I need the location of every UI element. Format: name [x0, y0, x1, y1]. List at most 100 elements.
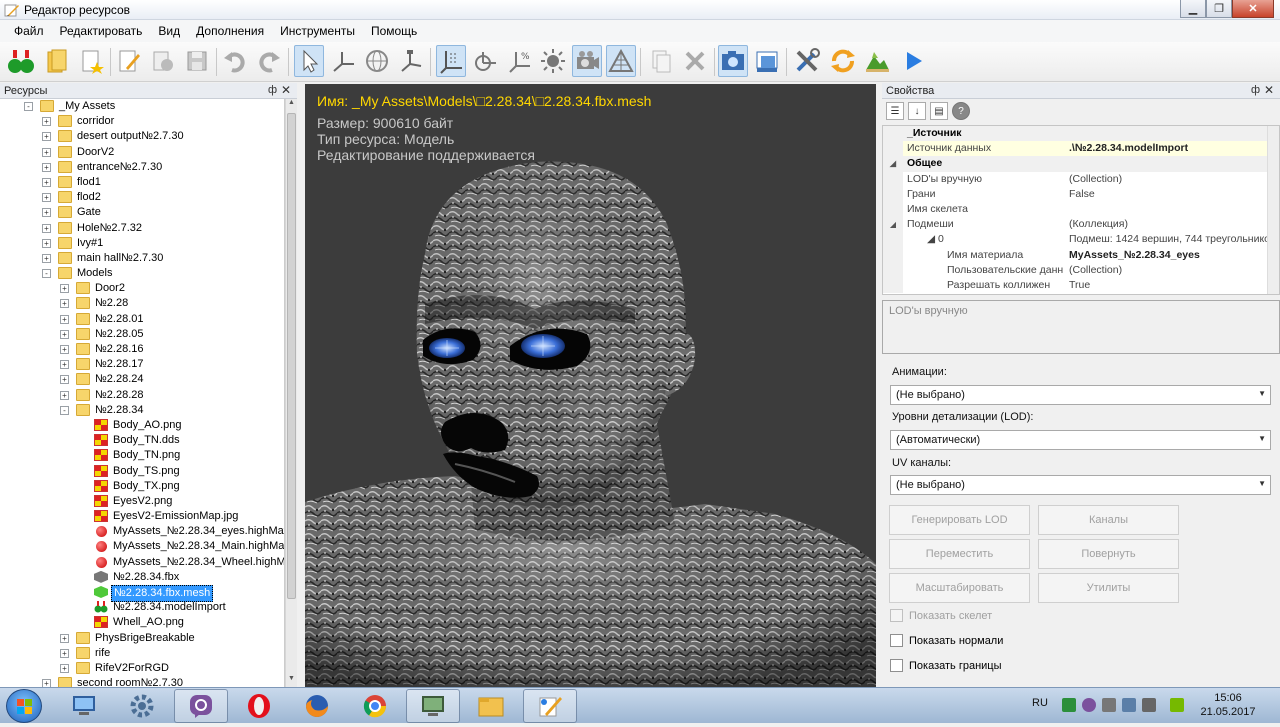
- tree-node[interactable]: + rife: [0, 646, 284, 661]
- collapse-icon[interactable]: -: [60, 405, 69, 415]
- tree-node-label[interactable]: Door2: [93, 281, 127, 296]
- tree-node[interactable]: + main hall№2.7.30: [0, 251, 284, 266]
- tree-node[interactable]: Body_TN.png: [0, 448, 284, 463]
- volume-tray-icon[interactable]: [1142, 698, 1156, 712]
- delete-button[interactable]: [680, 45, 710, 77]
- monitor-tray-icon[interactable]: [1122, 698, 1136, 712]
- tree-node-label[interactable]: №2.28: [93, 296, 130, 311]
- tree-node[interactable]: + corridor: [0, 114, 284, 129]
- taskbar-resource-editor[interactable]: [523, 689, 577, 723]
- menu-help[interactable]: Помощь: [363, 24, 425, 38]
- grid-button[interactable]: [606, 45, 636, 77]
- channels-button[interactable]: Каналы: [1038, 505, 1179, 535]
- menu-edit[interactable]: Редактировать: [52, 24, 151, 38]
- tree-node-label[interactable]: rife: [93, 646, 112, 661]
- tree-node-label[interactable]: Body_TS.png: [111, 464, 182, 479]
- tree-node-label[interactable]: RifeV2ForRGD: [93, 661, 171, 676]
- expand-icon[interactable]: +: [42, 679, 51, 687]
- utilities-button[interactable]: Утилиты: [1038, 573, 1179, 603]
- tree-node[interactable]: №2.28.34.modelImport: [0, 600, 284, 615]
- tree-node[interactable]: MyAssets_№2.28.34_Main.highMaterial: [0, 539, 284, 554]
- tree-node[interactable]: + Hole№2.7.32: [0, 221, 284, 236]
- tree-node[interactable]: + entrance№2.7.30: [0, 160, 284, 175]
- open-folder-button[interactable]: [42, 45, 72, 77]
- property-value[interactable]: MyAssets_№2.28.34_eyes: [1069, 248, 1200, 263]
- expand-icon[interactable]: +: [42, 208, 51, 218]
- taskbar-resource-editor-a[interactable]: [406, 689, 460, 723]
- property-row[interactable]: Грани False: [883, 186, 1279, 202]
- property-row[interactable]: Разрешать коллижен True: [883, 277, 1279, 294]
- property-value[interactable]: (Collection): [1069, 263, 1122, 278]
- property-row[interactable]: Источник данных .\№2.28.34.modelImport: [883, 141, 1279, 157]
- taskbar-settings[interactable]: [115, 689, 169, 723]
- tree-node-label[interactable]: MyAssets_№2.28.34_eyes.highMaterial: [111, 524, 284, 539]
- light-button[interactable]: [538, 45, 568, 77]
- scrollbar-thumb[interactable]: [287, 113, 296, 599]
- tree-node[interactable]: + №2.28.17: [0, 357, 284, 372]
- tree-node[interactable]: - Models: [0, 266, 284, 281]
- expand-icon[interactable]: +: [60, 345, 69, 354]
- snap-move-button[interactable]: [470, 45, 500, 77]
- expand-icon[interactable]: +: [42, 162, 51, 172]
- property-row[interactable]: ◢ Подмеши (Коллекция): [883, 217, 1279, 233]
- tree-node[interactable]: + second room№2.7.30: [0, 676, 284, 687]
- minimize-button[interactable]: ▁: [1180, 0, 1206, 18]
- tree-node-label[interactable]: Body_TX.png: [111, 479, 182, 494]
- property-value[interactable]: (Collection): [1069, 172, 1122, 187]
- screenshot-button[interactable]: [718, 45, 748, 77]
- close-panel-icon[interactable]: ✕: [281, 83, 291, 97]
- keyboard-language[interactable]: RU: [1032, 697, 1048, 709]
- show-normals-checkbox[interactable]: Показать нормали: [890, 634, 1003, 647]
- tree-node-label[interactable]: _My Assets: [57, 99, 117, 114]
- expand-icon[interactable]: +: [60, 633, 69, 643]
- tree-node[interactable]: №2.28.34.fbx.mesh: [0, 585, 284, 602]
- tree-node[interactable]: + №2.28.16: [0, 342, 284, 357]
- tree-node[interactable]: + Gate: [0, 205, 284, 220]
- expand-icon[interactable]: +: [60, 284, 69, 294]
- tree-node-label[interactable]: entrance№2.7.30: [75, 160, 164, 175]
- animations-select[interactable]: (Не выбрано) ▼: [890, 385, 1271, 405]
- refresh-button[interactable]: [828, 45, 858, 77]
- tree-node[interactable]: + Ivy#1: [0, 236, 284, 251]
- tree-node-label[interactable]: Body_TN.png: [111, 448, 182, 463]
- start-button[interactable]: [6, 689, 42, 723]
- scale-button[interactable]: [396, 45, 426, 77]
- close-button[interactable]: ✕: [1232, 0, 1274, 18]
- move-mesh-button[interactable]: Переместить: [889, 539, 1030, 569]
- tree-node-label[interactable]: Body_AO.png: [111, 418, 184, 433]
- tree-node-label[interactable]: №2.28.05: [93, 327, 146, 342]
- show-bounds-checkbox[interactable]: Показать границы: [890, 659, 1002, 672]
- generate-lod-button[interactable]: Генерировать LOD: [889, 505, 1030, 535]
- tree-node[interactable]: MyAssets_№2.28.34_eyes.highMaterial: [0, 524, 284, 539]
- menu-view[interactable]: Вид: [150, 24, 188, 38]
- taskbar-firefox[interactable]: [290, 689, 344, 723]
- rotate-mesh-button[interactable]: Повернуть: [1038, 539, 1179, 569]
- taskbar-chrome[interactable]: [348, 689, 402, 723]
- tree-node-label[interactable]: Hole№2.7.32: [75, 221, 144, 236]
- tools-button[interactable]: [792, 45, 822, 77]
- landscape-button[interactable]: [862, 45, 892, 77]
- property-value[interactable]: Подмеш: 1424 вершин, 744 треугольнико: [1069, 232, 1270, 247]
- menu-addons[interactable]: Дополнения: [188, 24, 272, 38]
- show-skeleton-checkbox[interactable]: Показать скелет: [890, 609, 992, 622]
- edit-button[interactable]: [114, 45, 144, 77]
- property-value[interactable]: True: [1069, 278, 1090, 293]
- tree-node[interactable]: + Door2: [0, 281, 284, 296]
- move-button[interactable]: [328, 45, 358, 77]
- expand-icon[interactable]: +: [60, 329, 69, 339]
- expand-icon[interactable]: +: [60, 314, 69, 324]
- pin-icon[interactable]: ф: [268, 84, 277, 96]
- close-panel-icon[interactable]: ✕: [1264, 83, 1274, 97]
- tree-node-label[interactable]: Models: [75, 266, 114, 281]
- help-icon[interactable]: ?: [952, 102, 970, 120]
- expand-icon[interactable]: +: [42, 117, 51, 127]
- network-tray-icon[interactable]: [1062, 698, 1076, 712]
- copy-button[interactable]: [646, 45, 676, 77]
- property-value[interactable]: False: [1069, 187, 1095, 202]
- flag-tray-icon[interactable]: [1102, 698, 1116, 712]
- expand-icon[interactable]: +: [42, 253, 51, 263]
- tree-node[interactable]: + PhysBrigeBreakable: [0, 631, 284, 646]
- tree-node[interactable]: Body_TN.dds: [0, 433, 284, 448]
- property-grid-scrollbar[interactable]: [1267, 126, 1279, 294]
- tree-node[interactable]: + №2.28.24: [0, 372, 284, 387]
